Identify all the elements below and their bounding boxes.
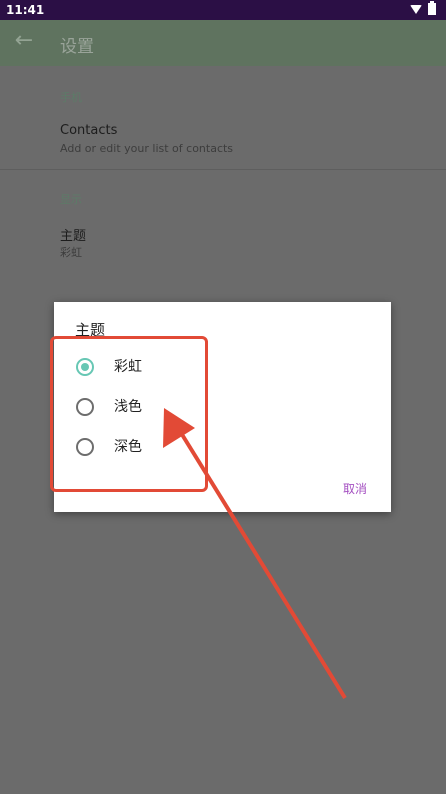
arrow-shaft [176,426,347,700]
arrow-head [163,408,195,448]
annotation-arrow [163,408,347,700]
